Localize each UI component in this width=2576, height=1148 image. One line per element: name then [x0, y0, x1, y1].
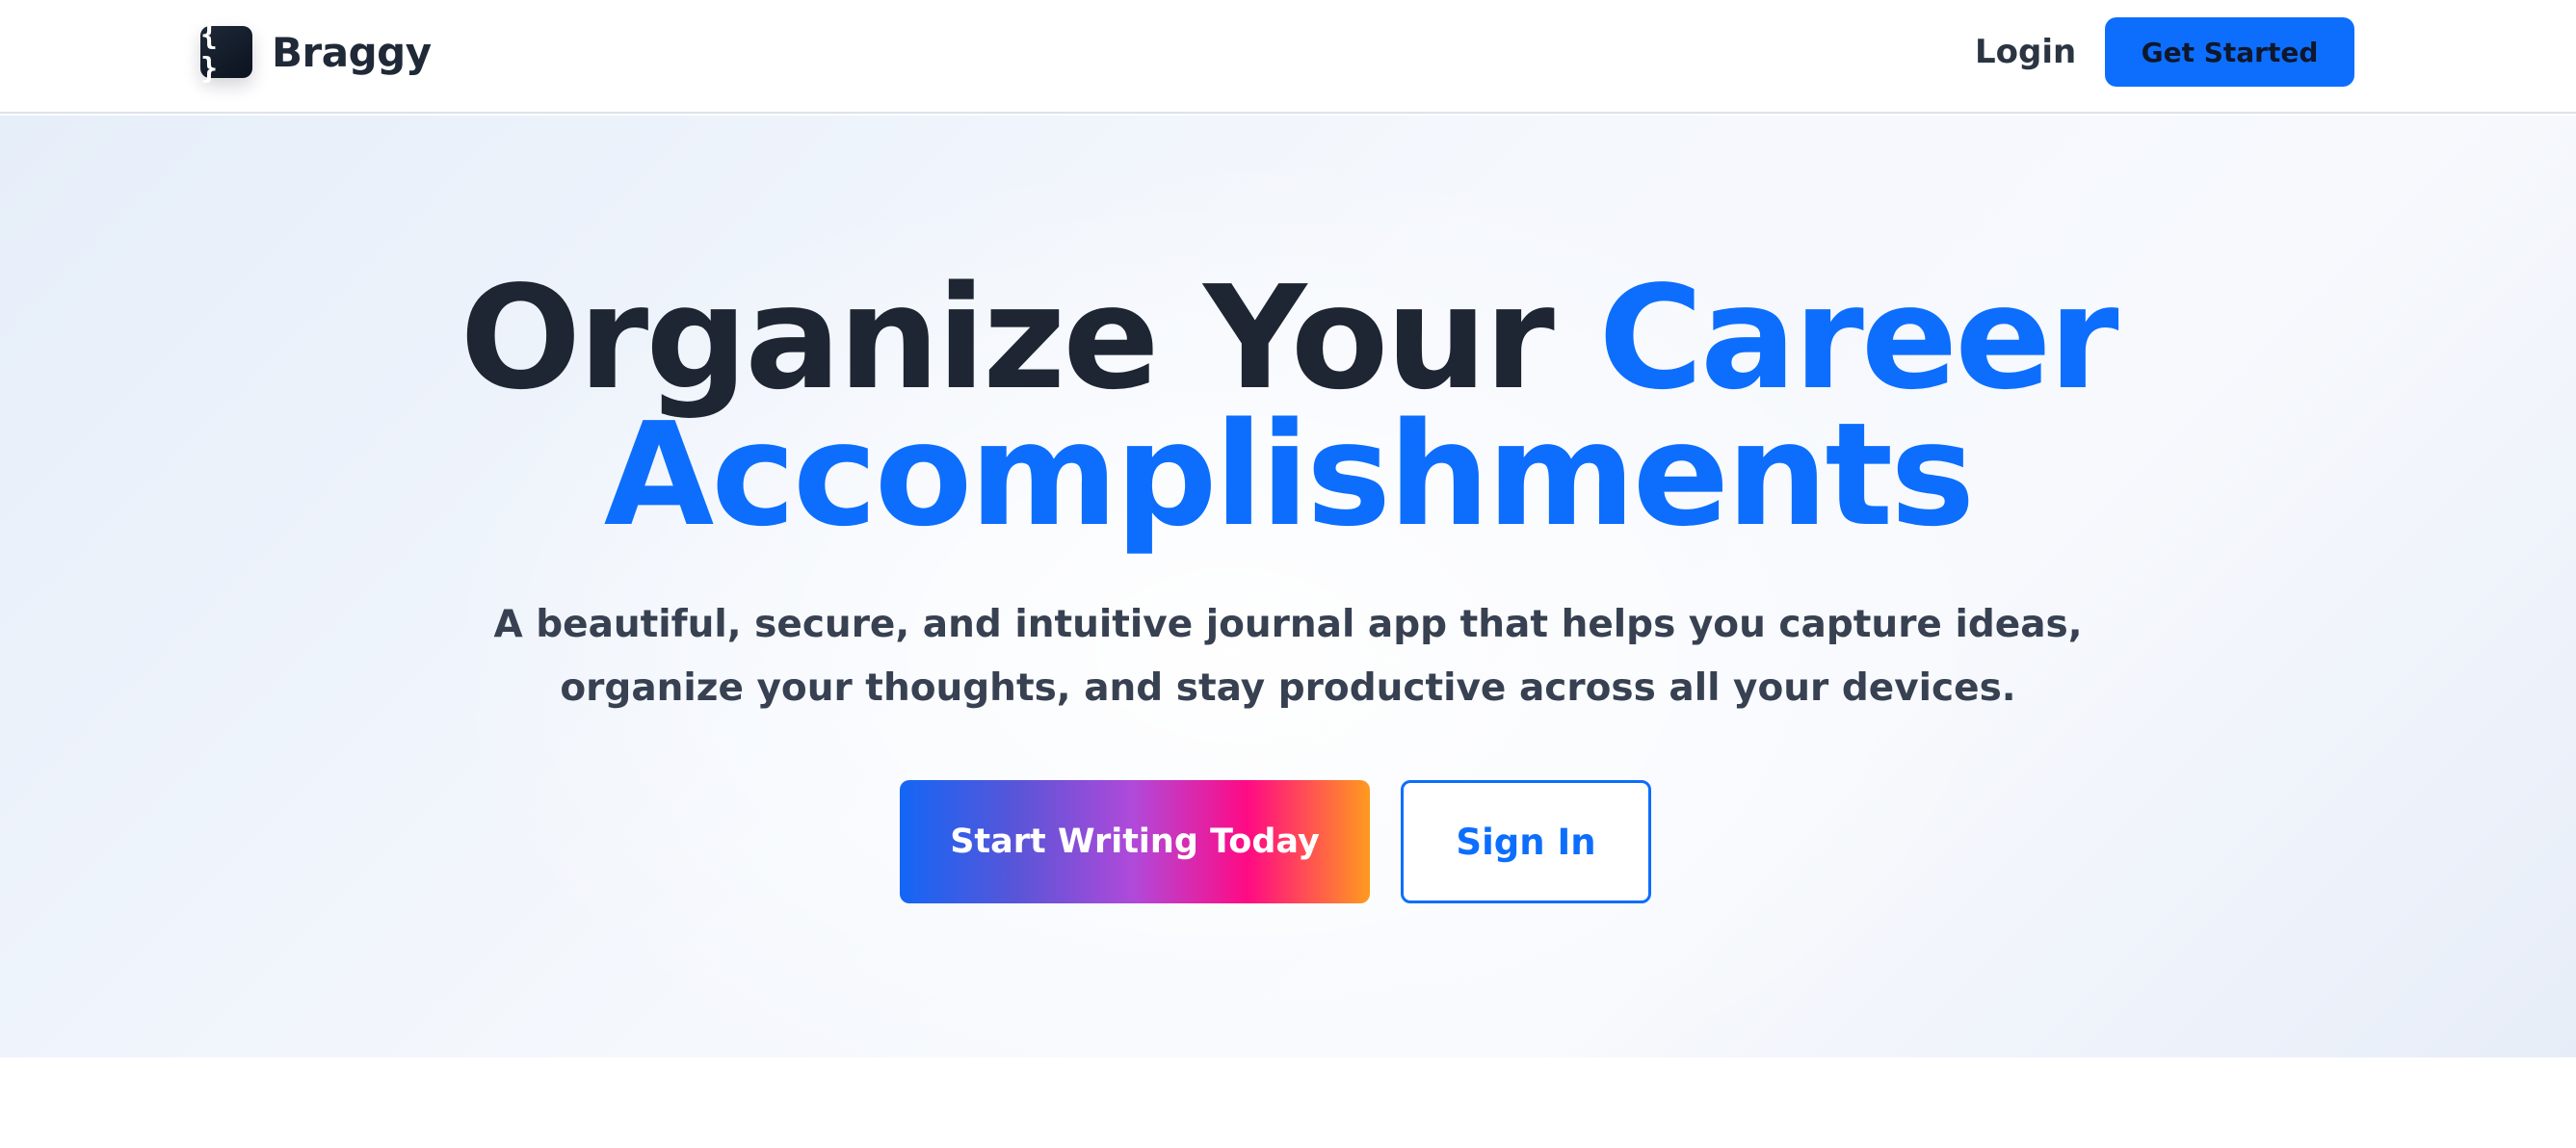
- get-started-button[interactable]: Get Started: [2105, 17, 2354, 87]
- site-header: { } Braggy Login Get Started: [0, 0, 2576, 114]
- hero-title-accent-accomplishments: Accomplishments: [603, 392, 1976, 558]
- hero-title: Organize Your Career Accomplishments: [0, 267, 2576, 546]
- sign-in-button[interactable]: Sign In: [1401, 780, 1651, 903]
- below-fold-section: [0, 1057, 2576, 1148]
- curly-braces-icon: { }: [200, 18, 252, 86]
- hero-subtitle: A beautiful, secure, and intuitive journ…: [493, 603, 2083, 710]
- login-link[interactable]: Login: [1975, 29, 2076, 75]
- start-writing-button[interactable]: Start Writing Today: [900, 780, 1370, 903]
- brand-name: Braggy: [272, 28, 432, 76]
- hero-section: Organize Your Career Accomplishments A b…: [0, 116, 2576, 1057]
- brand[interactable]: { } Braggy: [200, 18, 432, 86]
